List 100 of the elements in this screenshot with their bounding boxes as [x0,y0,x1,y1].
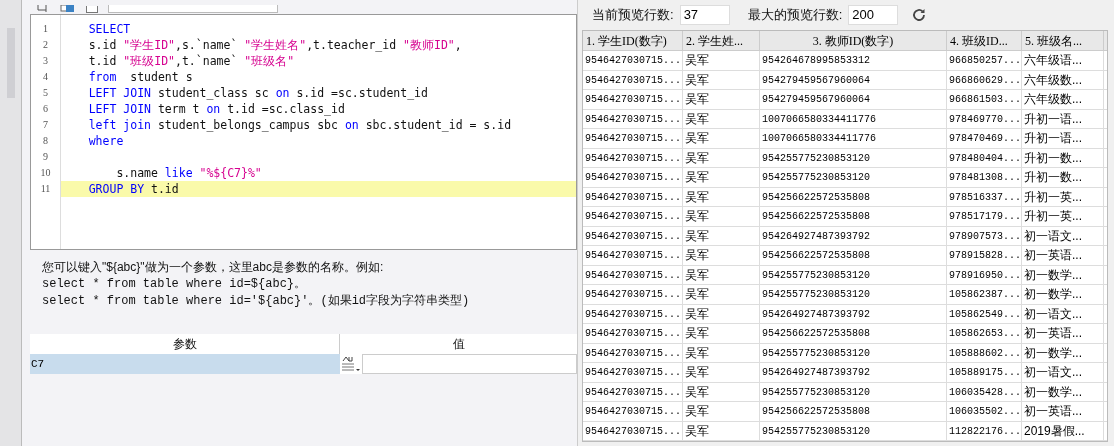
table-cell: 954256622572535808 [760,187,947,206]
refresh-icon[interactable] [912,8,927,22]
table-cell: 初一语文... [1022,226,1104,245]
table-cell: 9546427030715... [583,304,683,323]
table-cell: 吴军 [683,51,760,70]
line-number: 8 [42,134,49,148]
table-cell: 吴军 [683,129,760,148]
table-cell: 954279459567960064 [760,90,947,109]
table-cell: 954255775230853120 [760,168,947,187]
line-number: 5 [42,86,49,100]
table-cell: 吴军 [683,285,760,304]
table-cell: 9546427030715... [583,109,683,128]
table-cell: 954255775230853120 [760,285,947,304]
table-cell: 954256622572535808 [760,207,947,226]
table-cell: 升初一英... [1022,207,1104,226]
code-line: s.name like "%${C7}%" [115,165,263,181]
value-field[interactable] [362,354,577,374]
table-cell: 105888602... [947,343,1022,362]
table-cell: 9546427030715... [583,168,683,187]
table-cell: 升初一英... [1022,187,1104,206]
code-line: where [87,133,125,149]
table-cell: 吴军 [683,70,760,89]
table-cell: 112822176... [947,421,1022,440]
table-cell: 升初一语... [1022,129,1104,148]
line-number: 4 [42,70,49,84]
table-cell: 105862387... [947,285,1022,304]
table-cell: 9546427030715... [583,402,683,421]
table-cell: 954256622572535808 [760,402,947,421]
table-cell: 初一数学... [1022,382,1104,401]
table-cell: 吴军 [683,207,760,226]
table-cell: 954256622572535808 [760,246,947,265]
table-cell: 吴军 [683,246,760,265]
table-cell: 954255775230853120 [760,421,947,440]
column-header[interactable]: 2. 学生姓... [683,31,760,50]
table-cell: 954255775230853120 [760,265,947,284]
line-number: 7 [42,118,49,132]
current-rows-label: 当前预览行数: [592,6,674,25]
dataset-icon[interactable] [60,5,76,13]
table-cell: 954264678995853312 [760,51,947,70]
current-rows-field[interactable]: 37 [679,5,730,25]
table-cell: 初一数学... [1022,285,1104,304]
table-cell: 吴军 [683,148,760,167]
table-cell: 升初一数... [1022,168,1104,187]
table-cell: 978470469... [947,129,1022,148]
code-line: s.id "学生ID",s.`name` "学生姓名",t.teacher_id "教师ID", [87,37,463,53]
code-line: from student s [87,69,194,85]
code-line: LEFT JOIN student_class sc on s.id =sc.student_id [87,85,429,101]
table-cell: 吴军 [683,109,760,128]
table-cell: 978916950... [947,265,1022,284]
table-cell: 954255775230853120 [760,382,947,401]
parameter-name-cell[interactable]: C7 [30,354,340,374]
checkbox[interactable] [86,6,98,13]
code-line: SELECT [87,21,132,37]
table-cell: 9546427030715... [583,90,683,109]
table-cell: 吴军 [683,382,760,401]
text-type-icon[interactable] [340,355,362,373]
column-header[interactable]: 3. 教师ID(数字) [760,31,947,50]
help-text: 您可以键入"${abc}"做为一个参数，这里abc是参数的名称。例如: [42,260,385,275]
table-cell: 954255775230853120 [760,343,947,362]
max-rows-field[interactable]: 200 [848,5,899,25]
table-cell: 105889175... [947,363,1022,382]
table-cell: 978516337... [947,187,1022,206]
line-number: 1 [42,22,49,36]
table-cell: 9546427030715... [583,207,683,226]
table-cell: 105862549... [947,304,1022,323]
table-cell: 吴军 [683,90,760,109]
table-cell: 9546427030715... [583,187,683,206]
table-cell: 978907573... [947,226,1022,245]
table-cell: 954264927487393792 [760,304,947,323]
line-number: 9 [42,150,49,164]
table-cell: 9546427030715... [583,421,683,440]
table-cell: 吴军 [683,265,760,284]
example-text: select * from table where id='${abc}'。(如果id字段为字符串类型) [42,294,471,309]
table-cell: 966860629... [947,70,1022,89]
column-header[interactable]: 值 [340,334,577,354]
example-text: select * from table where id=${abc}。 [42,277,308,292]
table-cell: 9546427030715... [583,148,683,167]
column-header[interactable]: 4. 班级ID... [947,31,1022,50]
table-cell: 升初一语... [1022,109,1104,128]
table-cell: 初一语文... [1022,363,1104,382]
table-cell: 初一语文... [1022,304,1104,323]
line-number: 10 [39,166,52,180]
table-cell: 吴军 [683,402,760,421]
table-cell: 9546427030715... [583,70,683,89]
table-cell: 978480404... [947,148,1022,167]
line-number: 3 [42,54,49,68]
table-cell: 954279459567960064 [760,70,947,89]
table-cell: 954256622572535808 [760,324,947,343]
column-header[interactable]: 1. 学生ID(数字) [583,31,683,50]
table-cell: 吴军 [683,324,760,343]
table-cell: 954264927487393792 [760,226,947,245]
table-cell: 初一数学... [1022,343,1104,362]
table-cell: 吴军 [683,304,760,323]
column-header[interactable]: 5. 班级名... [1022,31,1104,50]
table-cell: 1007066580334411776 [760,109,947,128]
code-line: LEFT JOIN term t on t.id =sc.class_id [87,101,346,117]
table-cell: 9546427030715... [583,285,683,304]
table-cell: 106035502... [947,402,1022,421]
table-cell: 978469770... [947,109,1022,128]
table-cell: 954264927487393792 [760,363,947,382]
